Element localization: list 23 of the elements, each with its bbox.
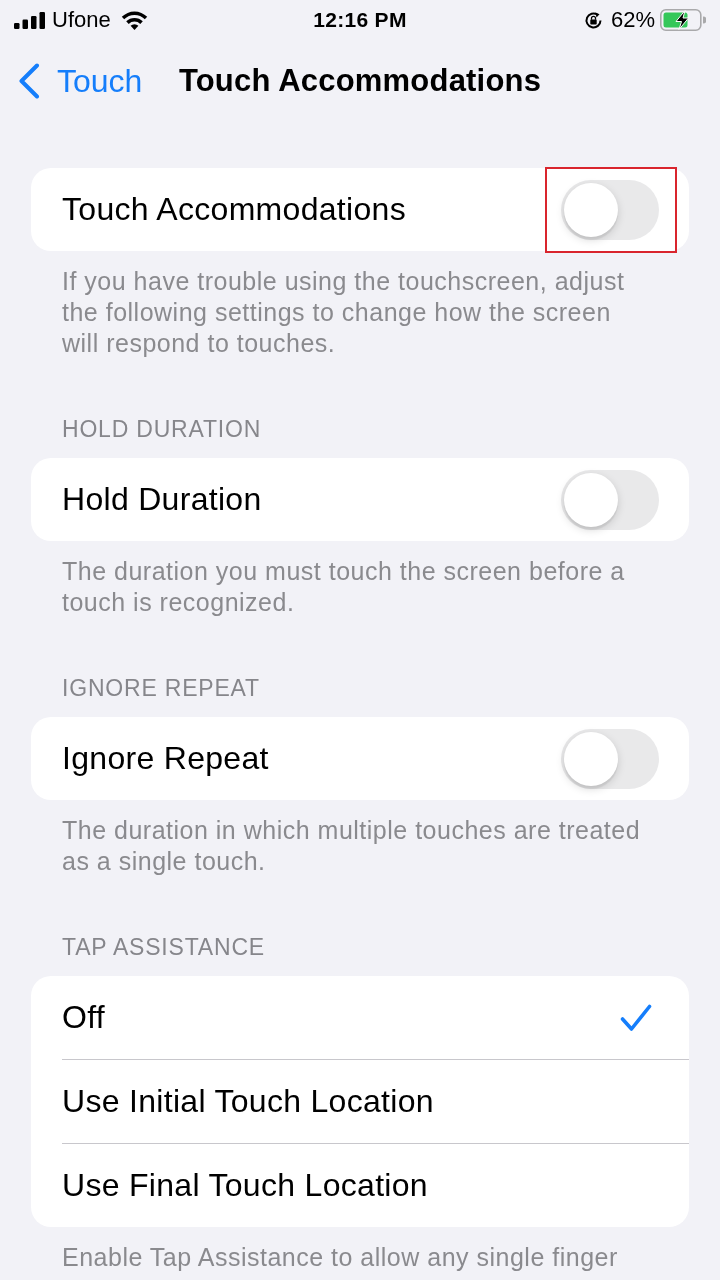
page-title: Touch Accommodations (178, 63, 542, 99)
toggle-switch[interactable] (561, 179, 659, 240)
option-item[interactable]: Use Initial Touch Location (31, 1060, 689, 1143)
setting-label: Touch Accommodations (62, 191, 406, 228)
option-item[interactable]: Use Final Touch Location (31, 1144, 689, 1227)
chevron-left-icon (18, 63, 40, 99)
section-footer: The duration in which multiple touches are treated as a single touch. (31, 800, 689, 877)
status-time: 12:16 PM (313, 8, 407, 32)
carrier-name: Ufone (52, 7, 111, 33)
section-footer: If you have trouble using the touchscreen, adjust the following settings to change how the screen will respond to touches. (31, 251, 689, 359)
battery-percentage: 62% (610, 7, 655, 33)
wifi-icon (120, 10, 148, 30)
section-header: HOLD DURATION (61, 415, 263, 444)
section-footer: The duration you must touch the screen before a touch is recognized. (31, 541, 689, 618)
option-item[interactable]: Off (31, 976, 689, 1059)
section-footer: Enable Tap Assistance to allow any single finger (31, 1227, 689, 1273)
setting-label: Hold Duration (62, 481, 262, 518)
setting-label: Ignore Repeat (62, 740, 269, 777)
toggle-switch[interactable] (561, 469, 659, 530)
toggle-switch[interactable] (561, 728, 659, 789)
signal-icon (14, 11, 46, 29)
section-header: IGNORE REPEAT (61, 674, 261, 703)
section-header: TAP ASSISTANCE (61, 933, 266, 962)
